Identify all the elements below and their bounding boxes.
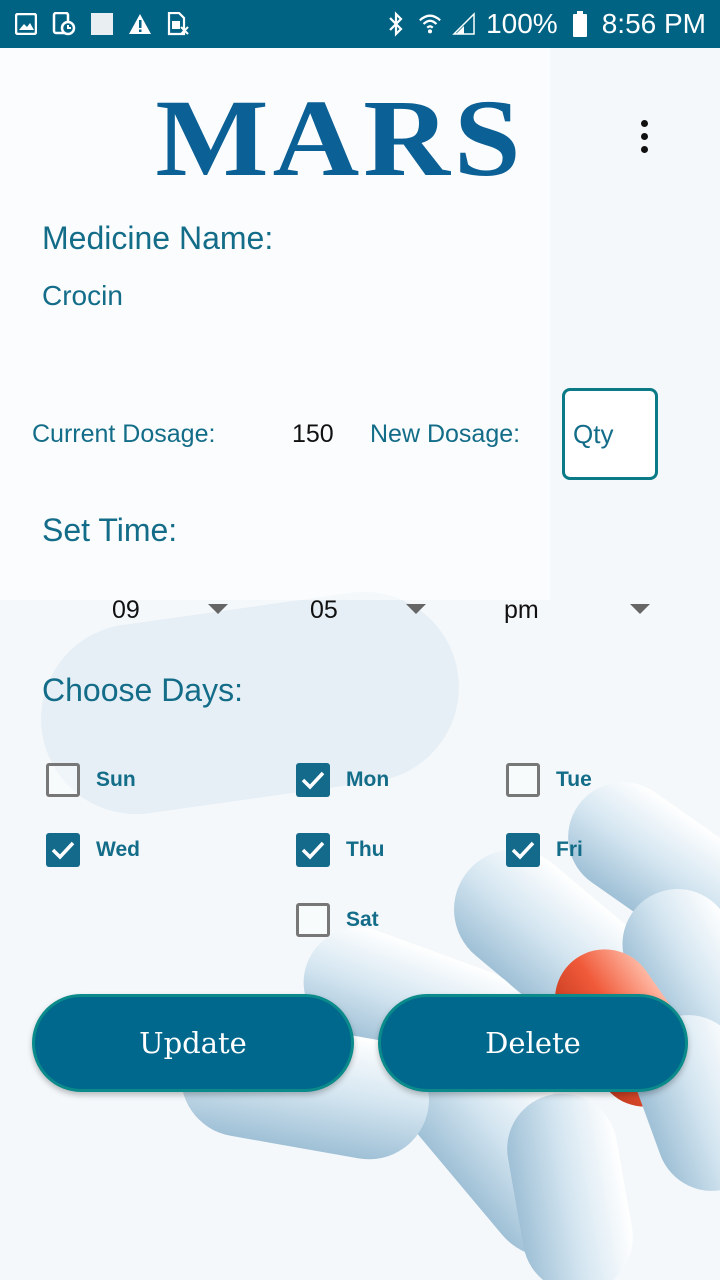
- update-button[interactable]: Update: [32, 994, 354, 1092]
- day-label: Thu: [346, 838, 385, 861]
- dropdown-arrow-icon: [406, 604, 426, 614]
- checkbox-unchecked-icon[interactable]: [506, 763, 540, 797]
- new-dosage-input[interactable]: [565, 391, 655, 477]
- status-bar: 100% 8:56 PM: [0, 0, 720, 48]
- day-label: Sun: [96, 768, 136, 791]
- set-time-label: Set Time:: [42, 512, 178, 548]
- more-options-icon[interactable]: [626, 112, 662, 160]
- new-dosage-label: New Dosage:: [370, 420, 521, 448]
- current-dosage-value: 150: [292, 420, 334, 448]
- app-logo: MARS: [155, 76, 525, 199]
- day-checkbox-mon[interactable]: Mon: [296, 763, 389, 797]
- day-checkbox-wed[interactable]: Wed: [46, 833, 140, 867]
- minute-spinner[interactable]: 05: [240, 588, 440, 632]
- day-checkbox-thu[interactable]: Thu: [296, 833, 384, 867]
- day-checkbox-sun[interactable]: Sun: [46, 763, 136, 797]
- day-label: Sat: [346, 908, 379, 931]
- sim-icon: [166, 12, 190, 36]
- battery-icon: [568, 11, 592, 37]
- image-icon: [14, 12, 38, 36]
- day-label: Tue: [556, 768, 592, 791]
- hour-spinner[interactable]: 09: [40, 588, 240, 632]
- medicine-name-label: Medicine Name:: [42, 220, 274, 256]
- warning-icon: [128, 12, 152, 36]
- day-label: Fri: [556, 838, 583, 861]
- choose-days-label: Choose Days:: [42, 672, 243, 708]
- checkbox-checked-icon[interactable]: [506, 833, 540, 867]
- dropdown-arrow-icon: [630, 604, 650, 614]
- new-dosage-field[interactable]: [562, 388, 658, 480]
- minute-value: 05: [310, 595, 338, 624]
- dropdown-arrow-icon: [208, 604, 228, 614]
- day-checkbox-fri[interactable]: Fri: [506, 833, 583, 867]
- square-icon: [90, 12, 114, 36]
- delete-button[interactable]: Delete: [378, 994, 688, 1092]
- bluetooth-icon: [384, 11, 408, 37]
- current-dosage-label: Current Dosage:: [32, 420, 216, 448]
- signal-icon: [452, 12, 476, 36]
- checkbox-unchecked-icon[interactable]: [296, 903, 330, 937]
- checkbox-checked-icon[interactable]: [46, 833, 80, 867]
- checkbox-unchecked-icon[interactable]: [46, 763, 80, 797]
- battery-percent: 100%: [486, 8, 558, 39]
- medicine-name-value: Crocin: [42, 280, 123, 311]
- day-label: Wed: [96, 838, 140, 861]
- ampm-value: pm: [504, 595, 539, 624]
- wifi-icon: [418, 12, 442, 36]
- checkbox-checked-icon[interactable]: [296, 833, 330, 867]
- ampm-spinner[interactable]: pm: [440, 588, 670, 632]
- checkbox-checked-icon[interactable]: [296, 763, 330, 797]
- clock: 8:56 PM: [601, 8, 706, 39]
- day-checkbox-tue[interactable]: Tue: [506, 763, 592, 797]
- day-label: Mon: [346, 768, 390, 791]
- schedule-icon: [52, 12, 76, 36]
- day-checkbox-sat[interactable]: Sat: [296, 903, 379, 937]
- hour-value: 09: [112, 595, 140, 624]
